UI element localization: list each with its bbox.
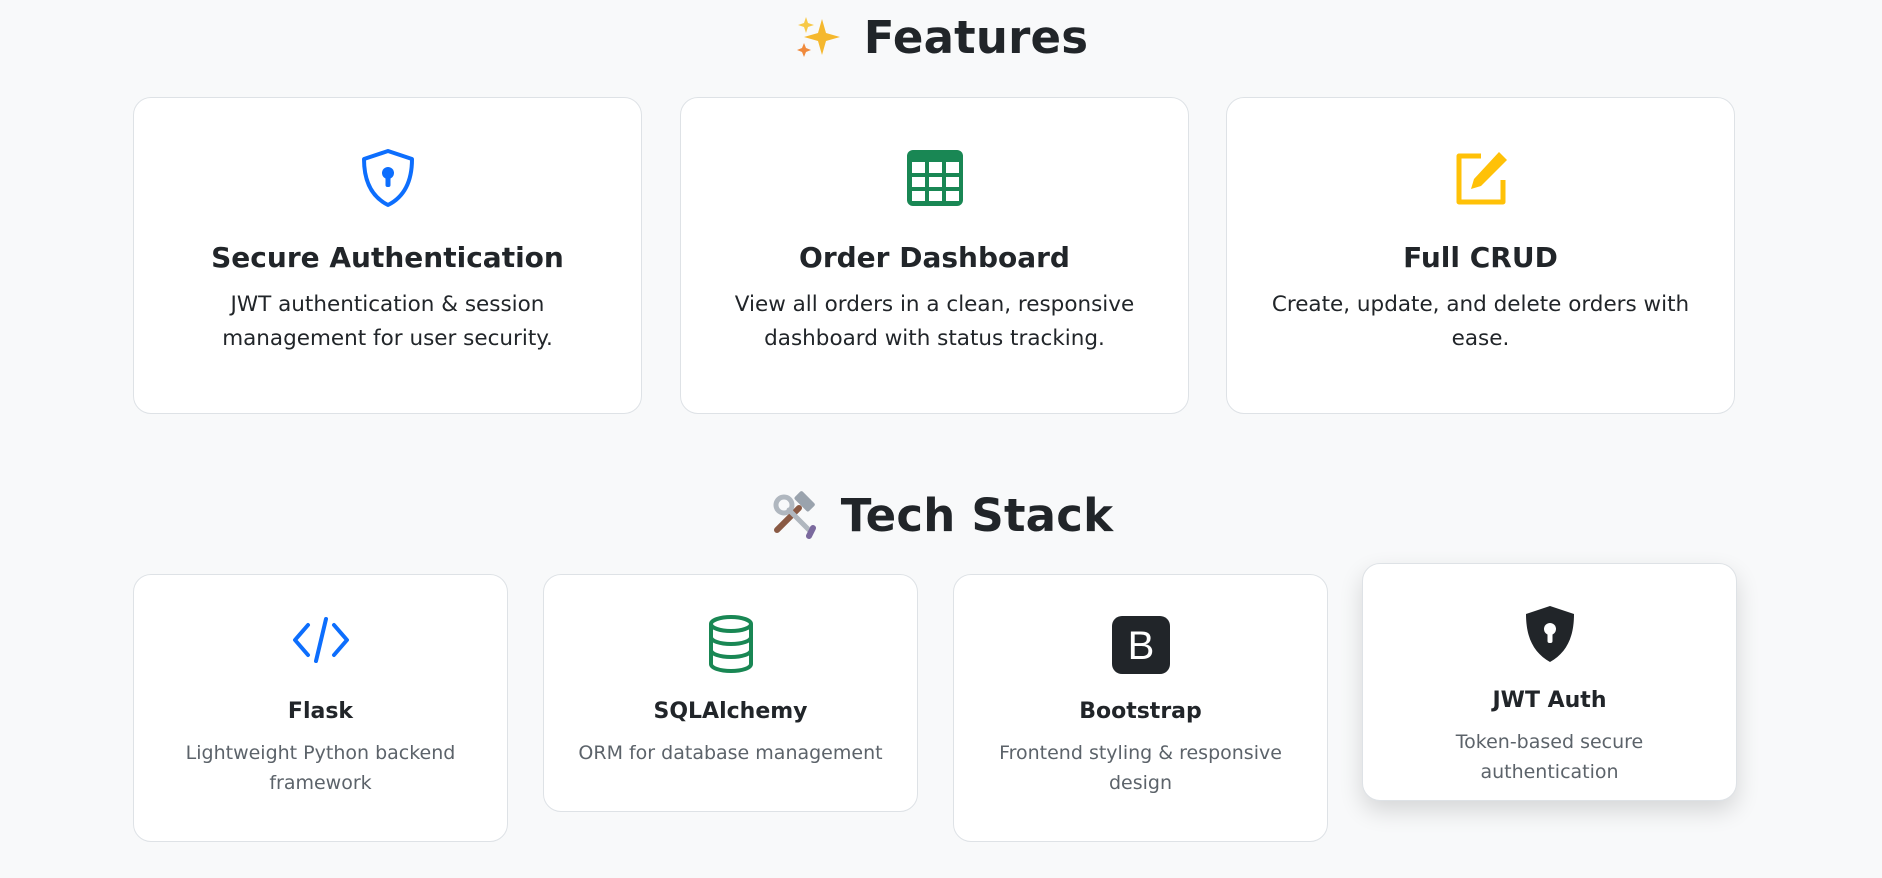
shield-lock-icon [361,149,414,207]
tech-description: Frontend styling & responsive design [999,742,1282,794]
svg-text:B: B [1127,624,1154,668]
database-icon [708,615,753,673]
bootstrap-icon: B [1111,616,1170,674]
feature-title: Full CRUD [1403,241,1558,274]
feature-description: JWT authentication & session management … [222,292,553,351]
tech-stack-heading: Tech Stack [0,487,1882,543]
tech-card-flask: Flask Lightweight Python backend framewo… [133,574,508,842]
tech-card-jwt-auth: JWT Auth Token-based secure authenticati… [1362,563,1737,801]
feature-card-full-crud: Full CRUD Create, update, and delete ord… [1226,97,1735,414]
code-slash-icon [292,617,349,663]
feature-title: Order Dashboard [799,241,1070,274]
hammer-wrench-icon [769,490,819,540]
features-heading: Features [0,10,1882,64]
pencil-square-icon [1456,152,1507,205]
feature-description: View all orders in a clean, responsive d… [734,292,1135,351]
tech-description: Token-based secure authentication [1455,731,1644,783]
tech-description: ORM for database management [578,742,883,764]
table-icon [906,150,963,206]
tech-title: Bootstrap [1079,699,1202,724]
feature-title: Secure Authentication [211,241,564,274]
tech-title: Flask [287,699,354,724]
sparkles-icon [794,13,842,61]
tech-title: SQLAlchemy [653,699,808,724]
feature-description: Create, update, and delete orders with e… [1271,292,1690,351]
feature-card-order-dashboard: Order Dashboard View all orders in a cle… [680,97,1189,414]
tech-title: JWT Auth [1492,688,1607,713]
tech-description: Lightweight Python backend framework [185,742,456,794]
features-title-text: Features [863,10,1089,64]
tech-card-bootstrap: B Bootstrap Frontend styling & responsiv… [953,574,1328,842]
tech-card-sqlalchemy: SQLAlchemy ORM for database management [543,574,918,812]
tech-stack-title-text: Tech Stack [840,488,1114,542]
feature-card-secure-authentication: Secure Authentication JWT authentication… [133,97,642,414]
shield-lock-fill-icon [1525,606,1574,662]
